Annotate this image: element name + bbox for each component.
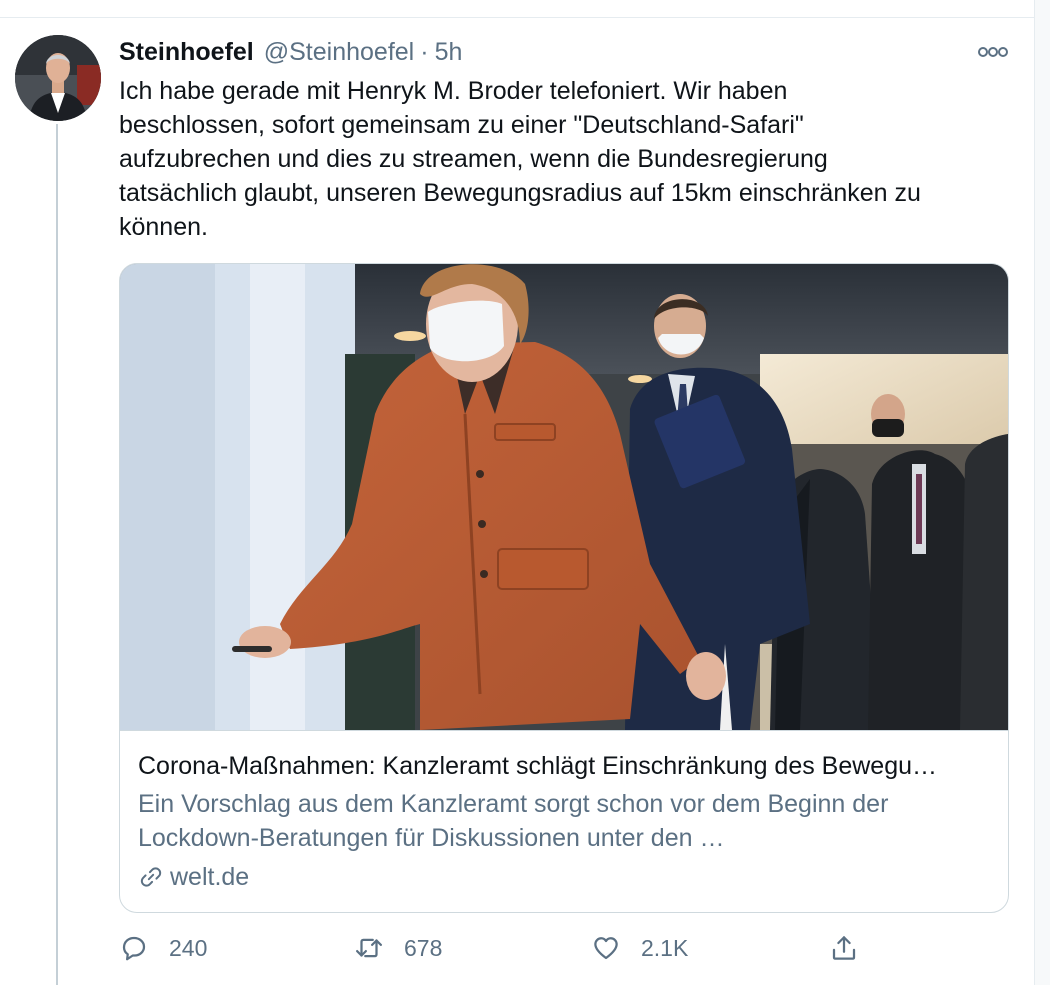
card-image[interactable] (120, 264, 1008, 731)
card-title[interactable]: Corona-Maßnahmen: Kanzleramt schlägt Ein… (138, 750, 998, 782)
like-icon (594, 937, 618, 960)
scroll-gutter[interactable] (1035, 0, 1050, 985)
tweet-text: Ich habe gerade mit Henryk M. Broder tel… (119, 77, 921, 241)
card-domain-row[interactable]: welt.de (138, 860, 249, 894)
thread-line (56, 124, 58, 985)
timestamp[interactable]: 5h (435, 38, 463, 67)
share-icon (832, 936, 856, 960)
retweet-count: 678 (404, 934, 443, 961)
tweet-actions: 240 678 2.1K (119, 928, 1009, 968)
retweet-icon (356, 938, 382, 958)
reply-button[interactable]: 240 (119, 928, 207, 968)
share-button[interactable] (829, 928, 859, 968)
like-count: 2.1K (641, 934, 689, 961)
retweet-button[interactable]: 678 (354, 928, 442, 968)
link-icon (140, 867, 162, 887)
reply-icon (122, 936, 146, 961)
more-icon (978, 47, 1008, 57)
top-divider (0, 17, 1035, 18)
reply-count: 240 (169, 934, 208, 961)
like-button[interactable]: 2.1K (591, 928, 688, 968)
link-card[interactable]: Corona-Maßnahmen: Kanzleramt schlägt Ein… (119, 263, 1009, 913)
card-description: Ein Vorschlag aus dem Kanzleramt sorgt s… (138, 790, 889, 852)
tweet-header: Steinhoefel @Steinhoefel · 5h (119, 34, 462, 70)
card-domain: welt.de (170, 862, 250, 891)
display-name[interactable]: Steinhoefel (119, 38, 254, 67)
avatar[interactable] (15, 35, 101, 121)
more-button[interactable] (972, 38, 1014, 66)
user-handle[interactable]: @Steinhoefel (264, 38, 414, 67)
separator-dot: · (420, 37, 429, 66)
